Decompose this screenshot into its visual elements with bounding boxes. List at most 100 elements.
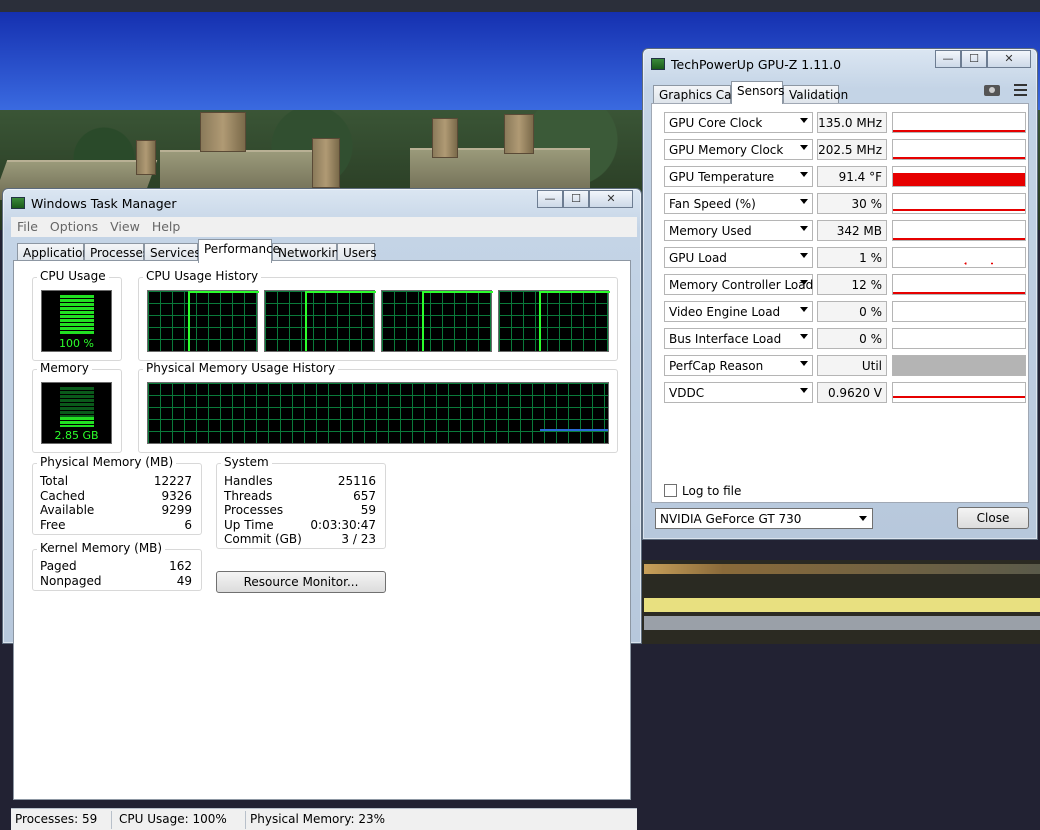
title-bar[interactable]: Windows Task Manager — ☐ ✕ bbox=[3, 189, 641, 217]
menu-file[interactable]: File bbox=[11, 217, 44, 234]
sensor-value: 135.0 MHz bbox=[817, 112, 887, 133]
menu-view[interactable]: View bbox=[104, 217, 146, 234]
sensor-graph-line bbox=[893, 396, 1025, 402]
sensor-value: 202.5 MHz bbox=[817, 139, 887, 160]
chevron-down-icon bbox=[800, 226, 808, 231]
sensor-name-dropdown[interactable]: GPU Core Clock bbox=[664, 112, 813, 133]
task-manager-window: Windows Task Manager — ☐ ✕ File Options Vi… bbox=[2, 188, 642, 830]
cpu-graph-line bbox=[422, 291, 493, 293]
cpu-core-graph bbox=[147, 290, 259, 352]
minimize-button[interactable]: — bbox=[935, 50, 961, 68]
sensor-graph-line bbox=[893, 238, 1025, 240]
minimize-icon: — bbox=[544, 192, 556, 205]
sensor-name-dropdown[interactable]: Video Engine Load bbox=[664, 301, 813, 322]
stat-value: 25116 bbox=[337, 474, 376, 488]
memory-history-graph bbox=[147, 382, 609, 444]
stat-row: Paged 162 bbox=[40, 559, 192, 573]
chevron-down-icon bbox=[859, 516, 867, 521]
sensor-graph bbox=[892, 112, 1026, 133]
cpu-core-graph bbox=[264, 290, 376, 352]
sensor-value: 0 % bbox=[817, 328, 887, 349]
maximize-button[interactable]: ☐ bbox=[961, 50, 987, 68]
menu-icon[interactable] bbox=[1014, 84, 1027, 96]
stat-value: 9326 bbox=[161, 489, 192, 503]
sensor-name-dropdown[interactable]: VDDC bbox=[664, 382, 813, 403]
maximize-icon: ☐ bbox=[969, 52, 979, 65]
close-button[interactable]: ✕ bbox=[589, 190, 633, 208]
stat-row: Total 12227 bbox=[40, 474, 192, 488]
tab-sensors[interactable]: Sensors bbox=[731, 81, 784, 104]
memory-label: Memory bbox=[37, 361, 92, 375]
memory-bars bbox=[60, 417, 94, 427]
cpu-usage-value: 100 % bbox=[59, 337, 94, 350]
menu-options[interactable]: Options bbox=[44, 217, 104, 234]
gpu-select[interactable]: NVIDIA GeForce GT 730 bbox=[655, 508, 873, 529]
maximize-button[interactable]: ☐ bbox=[563, 190, 589, 208]
sensor-name: VDDC bbox=[669, 386, 705, 400]
sensor-name-dropdown[interactable]: PerfCap Reason bbox=[664, 355, 813, 376]
stat-row: Free 6 bbox=[40, 518, 192, 532]
tab-graphics-card[interactable]: Graphics Card bbox=[653, 85, 744, 104]
minimize-icon: — bbox=[942, 52, 954, 65]
chevron-down-icon bbox=[800, 199, 808, 204]
sensor-graph bbox=[892, 247, 1026, 268]
sensor-name-dropdown[interactable]: GPU Memory Clock bbox=[664, 139, 813, 160]
chevron-down-icon bbox=[800, 334, 808, 339]
stat-value: 3 / 23 bbox=[341, 532, 376, 546]
stat-label: Cached bbox=[40, 489, 85, 503]
cpu-graph-line bbox=[422, 291, 424, 351]
sensor-name-dropdown[interactable]: GPU Load bbox=[664, 247, 813, 268]
gpuz-close-button[interactable]: Close bbox=[957, 507, 1029, 529]
sensor-name-dropdown[interactable]: Bus Interface Load bbox=[664, 328, 813, 349]
tab-performance[interactable]: Performance bbox=[198, 239, 280, 263]
stat-label: Total bbox=[40, 474, 69, 488]
stat-row: Threads 657 bbox=[224, 489, 376, 503]
chevron-down-icon bbox=[800, 118, 808, 123]
stat-value: 6 bbox=[184, 518, 192, 532]
cpu-graph-line bbox=[188, 291, 259, 293]
memory-group: Memory 2.85 GB bbox=[32, 361, 122, 453]
stat-row: Available 9299 bbox=[40, 503, 192, 517]
sensor-name: Video Engine Load bbox=[669, 305, 781, 319]
window-title: Windows Task Manager bbox=[31, 196, 177, 211]
sensor-graph-fill bbox=[893, 172, 1025, 186]
chevron-down-icon bbox=[800, 388, 808, 393]
stat-value: 0:03:30:47 bbox=[310, 518, 376, 532]
stat-row: Cached 9326 bbox=[40, 489, 192, 503]
chevron-down-icon bbox=[800, 145, 808, 150]
cpu-usage-label: CPU Usage bbox=[37, 269, 109, 283]
log-to-file-label: Log to file bbox=[682, 484, 742, 498]
stat-label: Commit (GB) bbox=[224, 532, 302, 546]
cpu-usage-meter: 100 % bbox=[41, 290, 112, 352]
close-button[interactable]: ✕ bbox=[987, 50, 1031, 68]
minimize-button[interactable]: — bbox=[537, 190, 563, 208]
sensor-value: 1 % bbox=[817, 247, 887, 268]
memory-value: 2.85 GB bbox=[54, 429, 99, 442]
stat-value: 49 bbox=[176, 574, 192, 588]
chimney bbox=[432, 118, 458, 158]
camera-icon[interactable] bbox=[984, 85, 1000, 96]
top-bar bbox=[0, 0, 1040, 12]
sensor-name: Memory Controller Load bbox=[669, 278, 814, 292]
hud-stripe bbox=[644, 578, 1040, 594]
sensor-value: 0.9620 V bbox=[817, 382, 887, 403]
resource-monitor-button[interactable]: Resource Monitor... bbox=[216, 571, 386, 593]
sensor-graph-line bbox=[893, 292, 1025, 294]
chevron-down-icon bbox=[800, 361, 808, 366]
system-label: System bbox=[221, 455, 272, 469]
memory-history-group: Physical Memory Usage History bbox=[138, 361, 618, 453]
menu-help[interactable]: Help bbox=[146, 217, 187, 234]
sensor-name: GPU Core Clock bbox=[669, 116, 763, 130]
sensor-name-dropdown[interactable]: Memory Controller Load bbox=[664, 274, 813, 295]
sensor-name-dropdown[interactable]: GPU Temperature bbox=[664, 166, 813, 187]
stat-value: 59 bbox=[360, 503, 376, 517]
sensor-name-dropdown[interactable]: Fan Speed (%) bbox=[664, 193, 813, 214]
tab-validation[interactable]: Validation bbox=[783, 85, 848, 104]
stat-value: 657 bbox=[353, 489, 376, 503]
sensor-name-dropdown[interactable]: Memory Used bbox=[664, 220, 813, 241]
log-to-file-checkbox[interactable] bbox=[664, 484, 677, 497]
window-title: TechPowerUp GPU-Z 1.11.0 bbox=[671, 57, 842, 72]
title-bar[interactable]: TechPowerUp GPU-Z 1.11.0 — ☐ ✕ bbox=[643, 49, 1037, 77]
sensor-value: Util bbox=[817, 355, 887, 376]
cpu-graph-line bbox=[539, 291, 541, 351]
